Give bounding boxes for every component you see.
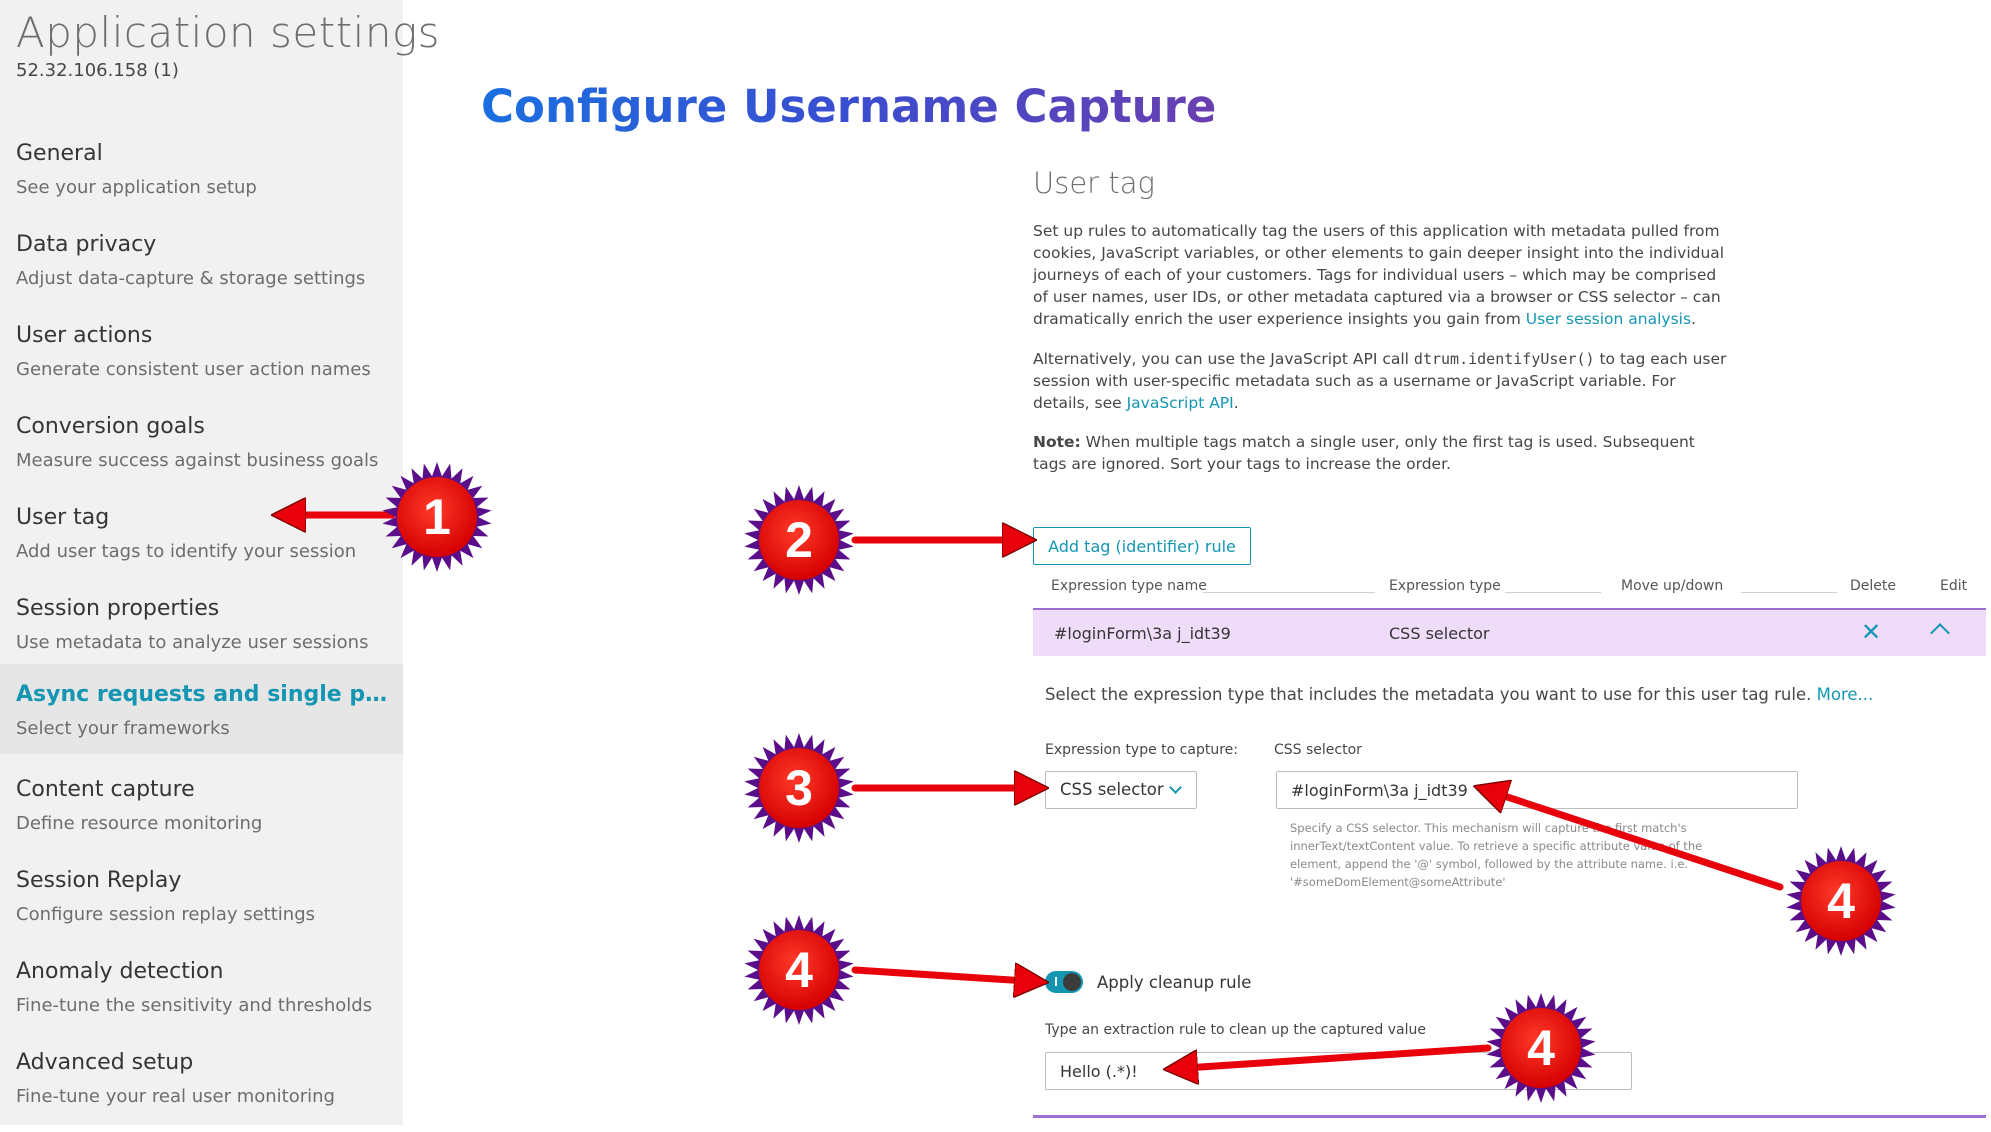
expression-type-select[interactable]: CSS selector <box>1045 771 1197 809</box>
chevron-down-icon <box>1169 781 1182 794</box>
api-paragraph: Alternatively, you can use the JavaScrip… <box>1033 348 1733 414</box>
section-divider <box>1033 1115 1986 1118</box>
sidebar-item-desc: Measure success against business goals <box>16 450 379 471</box>
sidebar-item-desc: Use metadata to analyze user sessions <box>16 632 369 653</box>
more-link[interactable]: More... <box>1817 685 1874 704</box>
sidebar-item-label: Data privacy <box>16 232 157 257</box>
sidebar-item-desc: Define resource monitoring <box>16 813 263 834</box>
badge-number: 4 <box>1527 1020 1555 1076</box>
sidebar-item-label: Conversion goals <box>16 414 205 439</box>
sidebar-item-desc: See your application setup <box>16 177 257 198</box>
expression-helper-text: Select the expression type that includes… <box>1045 685 1873 704</box>
api-code: dtrum.identifyUser() <box>1413 350 1595 368</box>
sidebar-item-label: Session properties <box>16 596 220 621</box>
row-expression-name: #loginForm\3a j_idt39 <box>1054 624 1231 643</box>
row-expression-type: CSS selector <box>1389 624 1490 643</box>
sidebar-item-desc: Adjust data-capture & storage settings <box>16 268 366 289</box>
expression-type-value: CSS selector <box>1060 780 1164 799</box>
sidebar-item-user-actions[interactable]: User actions Generate consistent user ac… <box>0 315 403 405</box>
javascript-api-link[interactable]: JavaScript API <box>1127 394 1234 412</box>
sidebar-item-label: General <box>16 141 103 166</box>
toggle-on-mark <box>1055 977 1057 986</box>
toggle-knob <box>1063 973 1081 991</box>
sidebar-item-desc: Fine-tune the sensitivity and thresholds <box>16 995 373 1016</box>
annotation-badge: 4 <box>1485 992 1597 1104</box>
note-label: Note: <box>1033 433 1081 451</box>
sidebar-item-label: User actions <box>16 323 153 348</box>
arrow-4b <box>851 970 1042 982</box>
sidebar-item-desc: Add user tags to identify your session <box>16 541 357 562</box>
col-header-edit: Edit <box>1940 578 1968 594</box>
intro-paragraph: Set up rules to automatically tag the us… <box>1033 220 1733 330</box>
col-header-move: Move up/down <box>1621 578 1724 594</box>
css-selector-input[interactable] <box>1276 771 1798 809</box>
sidebar-item-desc: Select your frameworks <box>16 718 230 739</box>
sidebar-item-anomaly-detection[interactable]: Anomaly detection Fine-tune the sensitiv… <box>0 951 403 1041</box>
sidebar-subtitle: 52.32.106.158 (1) <box>16 60 179 81</box>
annotation-badge: 2 <box>743 484 855 596</box>
note-paragraph: Note: When multiple tags match a single … <box>1033 431 1733 475</box>
extraction-rule-label: Type an extraction rule to clean up the … <box>1045 1022 1426 1038</box>
css-selector-label: CSS selector <box>1274 742 1362 758</box>
intro-end: . <box>1691 310 1696 328</box>
expression-type-label: Expression type to capture: <box>1045 742 1238 758</box>
sidebar-item-desc: Fine-tune your real user monitoring <box>16 1086 335 1107</box>
col-header-expression-type: Expression type <box>1389 578 1501 594</box>
sidebar-item-conversion-goals[interactable]: Conversion goals Measure success against… <box>0 406 403 496</box>
sidebar-item-label: Anomaly detection <box>16 959 224 984</box>
badge-number: 3 <box>785 760 813 816</box>
api-end: . <box>1233 394 1239 412</box>
sidebar-item-async-requests[interactable]: Async requests and single page a... Sele… <box>0 664 403 754</box>
add-tag-rule-button[interactable]: Add tag (identifier) rule <box>1033 527 1251 565</box>
sidebar-item-label: User tag <box>16 505 110 530</box>
col-header-expression-type-name: Expression type name <box>1051 578 1207 594</box>
col-header-divider <box>1741 592 1837 593</box>
badge-number: 4 <box>785 942 813 998</box>
helper-text: Select the expression type that includes… <box>1045 685 1817 704</box>
sidebar-item-desc: Generate consistent user action names <box>16 359 371 380</box>
col-header-divider <box>1203 592 1375 593</box>
sidebar-item-label: Async requests and single page a... <box>16 682 391 707</box>
table-row[interactable]: #loginForm\3a j_idt39 CSS selector ✕ <box>1033 608 1986 656</box>
sidebar-item-desc: Configure session replay settings <box>16 904 316 925</box>
sidebar: Application settings 52.32.106.158 (1) G… <box>0 0 440 1125</box>
note-text: When multiple tags match a single user, … <box>1033 433 1695 473</box>
annotation-badge: 4 <box>743 914 855 1026</box>
badge-number: 1 <box>423 489 451 545</box>
headline: Configure Username Capture <box>481 80 1217 133</box>
sidebar-title: Application settings <box>16 8 441 57</box>
sidebar-item-user-tag[interactable]: User tag Add user tags to identify your … <box>0 497 403 587</box>
chevron-up-icon[interactable] <box>1930 623 1950 643</box>
cleanup-rule-toggle[interactable] <box>1045 971 1083 993</box>
sidebar-item-general[interactable]: General See your application setup <box>0 133 403 223</box>
css-selector-hint: Specify a CSS selector. This mechanism w… <box>1290 821 1703 889</box>
badge-number: 2 <box>785 512 813 568</box>
delete-icon[interactable]: ✕ <box>1861 618 1881 646</box>
api-text-pre: Alternatively, you can use the JavaScrip… <box>1033 350 1414 368</box>
annotation-badge: 1 <box>381 461 493 573</box>
user-session-analysis-link[interactable]: User session analysis <box>1526 310 1691 328</box>
sidebar-item-advanced-setup[interactable]: Advanced setup Fine-tune your real user … <box>0 1042 403 1132</box>
section-title: User tag <box>1033 166 1155 200</box>
annotation-badge: 3 <box>743 732 855 844</box>
col-header-delete: Delete <box>1850 578 1896 594</box>
sidebar-item-label: Content capture <box>16 777 195 802</box>
cleanup-rule-label: Apply cleanup rule <box>1097 973 1252 992</box>
sidebar-item-label: Session Replay <box>16 868 182 893</box>
col-header-divider <box>1505 592 1601 593</box>
sidebar-item-content-capture[interactable]: Content capture Define resource monitori… <box>0 769 403 859</box>
badge-number: 4 <box>1827 873 1855 929</box>
sidebar-item-data-privacy[interactable]: Data privacy Adjust data-capture & stora… <box>0 224 403 314</box>
sidebar-item-session-replay[interactable]: Session Replay Configure session replay … <box>0 860 403 950</box>
annotation-badge: 4 <box>1785 845 1897 957</box>
sidebar-item-label: Advanced setup <box>16 1050 194 1075</box>
